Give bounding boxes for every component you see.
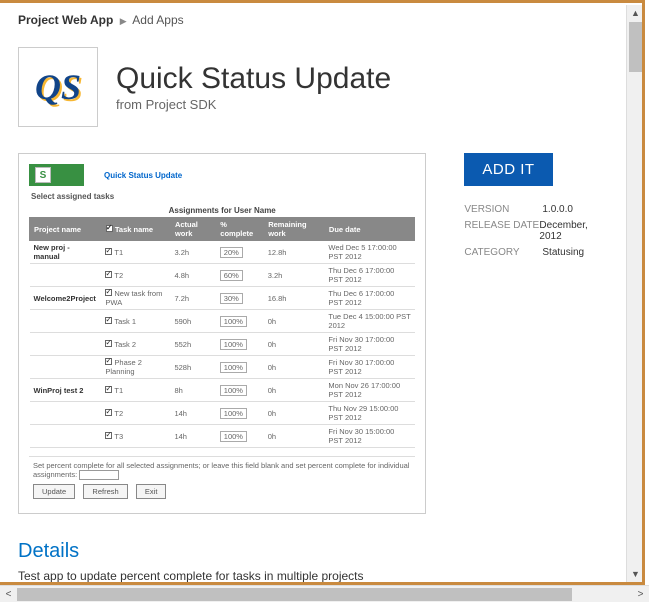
app-publisher: from Project SDK <box>116 97 391 112</box>
preview-table-title: Assignments for User Name <box>29 204 415 217</box>
details-text: Test app to update percent complete for … <box>18 569 610 583</box>
vertical-scrollbar[interactable]: ▲ ▼ <box>626 5 643 583</box>
table-row: T214h100%0hThu Nov 29 15:00:00 PST 2012 <box>30 402 415 425</box>
app-logo: QS <box>18 47 98 127</box>
page-title: Quick Status Update <box>116 62 391 95</box>
scroll-down-icon[interactable]: ▼ <box>627 566 644 583</box>
preview-refresh-button: Refresh <box>83 484 127 499</box>
table-row: Phase 2 Planning528h100%0hFri Nov 30 17:… <box>30 356 415 379</box>
col-project-name: Project name <box>30 218 102 241</box>
preview-select-label: Select assigned tasks <box>31 192 415 201</box>
meta-category-label: CATEGORY <box>464 247 542 258</box>
scroll-up-icon[interactable]: ▲ <box>627 5 644 22</box>
horizontal-scrollbar[interactable]: < > <box>0 585 649 602</box>
col-due-date: Due date <box>324 218 414 241</box>
table-row: T24.8h60%3.2hThu Dec 6 17:00:00 PST 2012 <box>30 264 415 287</box>
breadcrumb-current: Add Apps <box>132 13 183 27</box>
add-it-button[interactable]: ADD IT <box>464 153 552 186</box>
preview-percent-input <box>79 470 119 480</box>
table-row: WinProj test 2T18h100%0hMon Nov 26 17:00… <box>30 379 415 402</box>
breadcrumb: Project Web App ▶ Add Apps <box>18 13 610 27</box>
table-row: Welcome2ProjectNew task from PWA7.2h30%1… <box>30 287 415 310</box>
scrollbar-thumb[interactable] <box>17 588 572 601</box>
scroll-right-icon[interactable]: > <box>632 586 649 603</box>
table-row: Task 1590h100%0hTue Dec 4 15:00:00 PST 2… <box>30 310 415 333</box>
meta-version-label: VERSION <box>464 204 542 215</box>
scroll-left-icon[interactable]: < <box>0 586 17 603</box>
table-row: T314h100%0hFri Nov 30 15:00:00 PST 2012 <box>30 425 415 448</box>
col-actual-work: Actual work <box>170 218 215 241</box>
chevron-right-icon: ▶ <box>120 16 127 26</box>
preview-exit-button: Exit <box>136 484 167 499</box>
preview-title-link: Quick Status Update <box>104 171 182 180</box>
col-remaining-work: Remaining work <box>264 218 325 241</box>
details-heading: Details <box>18 540 610 563</box>
scrollbar-thumb[interactable] <box>629 22 642 72</box>
table-row: New proj - manualT13.2h20%12.8hWed Dec 5… <box>30 241 415 264</box>
preview-table: Project name Task name Actual work % com… <box>29 217 415 448</box>
meta-category-value: Statusing <box>542 247 584 258</box>
preview-update-button: Update <box>33 484 75 499</box>
breadcrumb-root-link[interactable]: Project Web App <box>18 13 113 27</box>
sharepoint-icon: S <box>29 164 84 186</box>
table-row: Task 2552h100%0hFri Nov 30 17:00:00 PST … <box>30 333 415 356</box>
meta-version-value: 1.0.0.0 <box>542 204 573 215</box>
screenshot-preview[interactable]: S Quick Status Update Select assigned ta… <box>18 153 426 514</box>
meta-release-value: December, 2012 <box>539 220 610 242</box>
col-percent-complete: % complete <box>216 218 264 241</box>
col-task-name: Task name <box>101 218 170 241</box>
meta-release-label: RELEASE DATE <box>464 220 539 242</box>
